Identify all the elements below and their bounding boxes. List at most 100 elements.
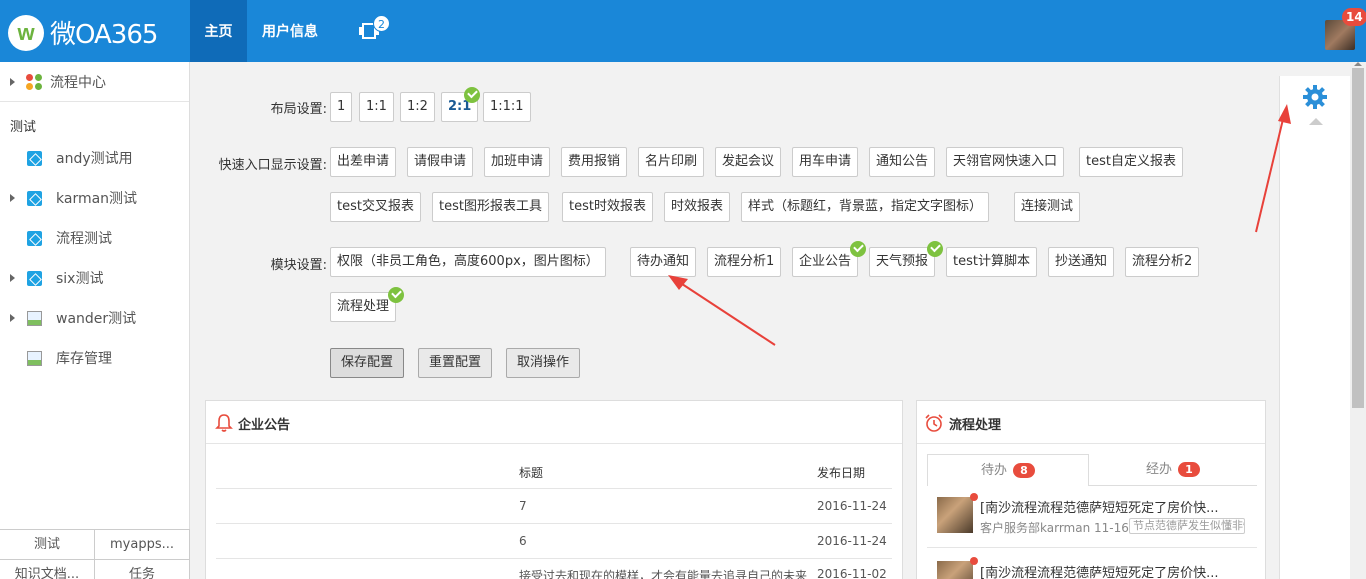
sidebar-tab-knowledge[interactable]: 知识文档...: [0, 559, 95, 579]
sidebar-tab-task[interactable]: 任务: [95, 559, 190, 579]
sidebar-item-karman[interactable]: karman测试: [0, 178, 189, 218]
flow-center-icon: [26, 73, 42, 90]
layout-option[interactable]: 1:2: [400, 92, 435, 122]
check-icon: [388, 287, 404, 303]
sidebar-item-label: 流程测试: [56, 231, 112, 247]
quick-entry-option[interactable]: 出差申请: [330, 147, 397, 177]
card-divider: [206, 443, 902, 444]
sidebar: 流程中心 测试 andy测试用 karman测试 流程测试 six测试 wand…: [0, 62, 190, 579]
layout-option[interactable]: 1: [330, 92, 353, 122]
quick-entry-option[interactable]: 加班申请: [484, 147, 551, 177]
cancel-operation-button[interactable]: 取消操作: [506, 348, 581, 378]
quick-entry-option[interactable]: 天翎官网快速入口: [946, 147, 1065, 177]
module-option[interactable]: 待办通知: [630, 247, 697, 277]
save-config-button[interactable]: 保存配置: [330, 348, 405, 378]
quick-entry-option[interactable]: 通知公告: [869, 147, 936, 177]
row-divider: [216, 488, 892, 489]
notice-card: 企业公告 标题 发布日期 7 2016-11-24 6 2016-11-24 接…: [205, 400, 903, 579]
image-icon: [27, 310, 42, 326]
unread-dot-icon: [970, 493, 978, 501]
sidebar-item-andy[interactable]: andy测试用: [0, 138, 189, 178]
row-divider: [927, 547, 1257, 548]
sidebar-item-label: 库存管理: [56, 351, 112, 367]
notice-title[interactable]: 6: [519, 534, 527, 548]
cube-icon: [27, 230, 42, 246]
tab-todo[interactable]: 待办 8: [927, 454, 1089, 486]
tab-done[interactable]: 经办 1: [1089, 454, 1257, 486]
unread-dot-icon: [970, 557, 978, 565]
quick-entry-option[interactable]: 连接测试: [1014, 192, 1081, 222]
expand-caret-icon[interactable]: [10, 77, 15, 86]
check-icon: [464, 87, 480, 103]
sidebar-item-flow-center[interactable]: 流程中心: [0, 62, 189, 102]
nav-user-info[interactable]: 用户信息: [247, 0, 333, 62]
quick-entry-label: 快速入口显示设置:: [218, 158, 327, 173]
module-option[interactable]: test计算脚本: [946, 247, 1037, 277]
module-option-selected[interactable]: 天气预报: [869, 247, 936, 277]
layout-option[interactable]: 1:1: [359, 92, 394, 122]
notice-title[interactable]: 接受过去和现在的模样，才会有能量去追寻自己的未来: [519, 567, 807, 579]
quick-entry-option[interactable]: test自定义报表: [1079, 147, 1183, 177]
quick-entry-option[interactable]: test图形报表工具: [432, 192, 549, 222]
sidebar-bottom-tabs: 测试 myapps...: [0, 529, 190, 559]
module-option[interactable]: 流程分析2: [1125, 247, 1200, 277]
quick-entry-option[interactable]: 发起会议: [715, 147, 782, 177]
sidebar-item-six[interactable]: six测试: [0, 258, 189, 298]
nav-notification-badge: 2: [373, 15, 390, 32]
notice-date: 2016-11-02: [817, 567, 887, 579]
scroll-up-arrow-icon[interactable]: [1354, 62, 1362, 66]
expand-caret-icon[interactable]: [10, 274, 15, 282]
quick-entry-option[interactable]: 费用报销: [561, 147, 628, 177]
sidebar-tab-test[interactable]: 测试: [0, 529, 95, 559]
nav-home[interactable]: 主页: [190, 0, 247, 62]
row-divider: [216, 558, 892, 559]
app-logo[interactable]: w 微OA365: [8, 14, 158, 51]
quick-entry-option[interactable]: 时效报表: [664, 192, 731, 222]
layout-setting-label: 布局设置:: [270, 102, 327, 117]
quick-entry-option[interactable]: 用车申请: [792, 147, 859, 177]
tab-label: 待办: [980, 463, 1007, 478]
quick-entry-option[interactable]: 样式（标题红，背景蓝，指定文字图标）: [741, 192, 990, 222]
card-divider: [917, 443, 1265, 444]
avatar: [937, 497, 973, 533]
quick-entry-option[interactable]: 请假申请: [407, 147, 474, 177]
logo-text: 微OA365: [50, 20, 158, 50]
module-option[interactable]: 流程分析1: [707, 247, 782, 277]
sidebar-section-label: 测试: [10, 120, 37, 135]
sidebar-tab-myapps[interactable]: myapps...: [95, 529, 190, 559]
done-count-badge: 1: [1178, 462, 1200, 477]
flow-item-title: [南沙流程流程范德萨短短死定了房价快...: [980, 566, 1219, 579]
logo-mark-text: w: [17, 19, 35, 45]
module-option[interactable]: 抄送通知: [1048, 247, 1115, 277]
sidebar-item-flow-test[interactable]: 流程测试: [0, 218, 189, 258]
alarm-clock-icon: [925, 414, 943, 432]
sidebar-item-label: wander测试: [56, 311, 137, 327]
module-option[interactable]: 权限（非员工角色，高度600px，图片图标）: [330, 247, 606, 277]
collapse-caret-icon[interactable]: [1309, 118, 1323, 125]
card-title: 企业公告: [238, 418, 291, 433]
expand-caret-icon[interactable]: [10, 194, 15, 202]
module-option-selected[interactable]: 流程处理: [330, 292, 397, 322]
expand-caret-icon[interactable]: [10, 314, 15, 322]
sidebar-item-inventory[interactable]: 库存管理: [0, 338, 189, 378]
gear-icon[interactable]: [1302, 84, 1328, 110]
sidebar-item-label: 流程中心: [50, 74, 106, 91]
quick-entry-option[interactable]: test时效报表: [562, 192, 653, 222]
layout-option[interactable]: 1:1:1: [483, 92, 531, 122]
logo-mark: w: [8, 14, 44, 51]
quick-entry-option[interactable]: test交叉报表: [330, 192, 421, 222]
check-icon: [850, 241, 866, 257]
page-scrollbar[interactable]: [1350, 62, 1366, 579]
image-icon: [27, 350, 42, 366]
sidebar-item-label: andy测试用: [56, 151, 133, 167]
cube-icon: [27, 190, 42, 206]
sidebar-item-wander[interactable]: wander测试: [0, 298, 189, 338]
flow-item-meta: 客户服务部karrman 11-16: [980, 521, 1129, 535]
sidebar-item-label: karman测试: [56, 191, 138, 207]
module-option-selected[interactable]: 企业公告: [792, 247, 859, 277]
scrollbar-thumb[interactable]: [1352, 68, 1364, 408]
notice-title[interactable]: 7: [519, 499, 527, 513]
quick-entry-option[interactable]: 名片印刷: [638, 147, 705, 177]
reset-config-button[interactable]: 重置配置: [418, 348, 493, 378]
check-icon: [927, 241, 943, 257]
